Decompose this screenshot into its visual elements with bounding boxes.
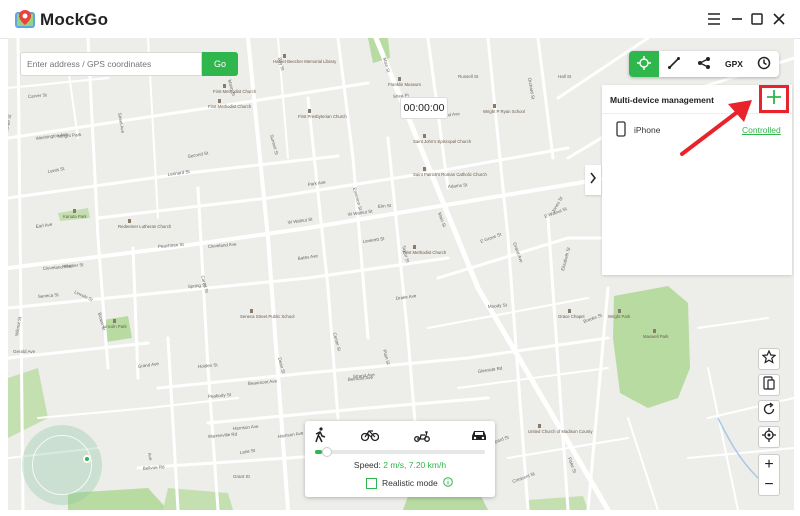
map-poi-marker-icon[interactable] <box>73 209 76 213</box>
speed-slider[interactable] <box>315 447 485 457</box>
map-poi-marker-icon[interactable] <box>223 84 226 88</box>
search-input[interactable] <box>20 52 202 76</box>
map-poi-label: Harriet Beecher Memorial Library <box>273 59 337 64</box>
multi-spot-mode-button[interactable] <box>689 51 719 77</box>
map-poi-marker-icon[interactable] <box>113 319 116 323</box>
speed-panel: Speed: 2 m/s, 7.20 km/h Realistic mode <box>305 421 495 497</box>
zoom-control: + − <box>758 454 780 496</box>
maximize-icon[interactable] <box>748 10 766 28</box>
map-poi-label: First Methodist Church <box>403 250 447 255</box>
map-poi-marker-icon[interactable] <box>250 309 253 313</box>
speed-slider-fill <box>315 450 322 454</box>
scooter-icon <box>413 428 431 447</box>
map-poi-label: First Methodist Church <box>213 89 257 94</box>
joystick-ring <box>32 435 92 495</box>
map-poi-label: Redeemer Lutheran Church <box>118 224 172 229</box>
map-poi-label: Seneca Street Public School <box>240 314 295 319</box>
mockgo-logo <box>14 8 36 30</box>
clock-icon <box>757 56 771 72</box>
walking-icon <box>313 426 327 448</box>
devices-icon <box>762 375 776 395</box>
map-poi-marker-icon[interactable] <box>398 77 401 81</box>
history-button[interactable] <box>749 51 779 77</box>
route-line-icon <box>667 56 681 72</box>
map-poi-label: First Methodist Church <box>208 104 252 109</box>
map-poi-label: Lincoln Park <box>103 324 127 329</box>
gpx-button[interactable]: GPX <box>719 51 749 77</box>
map-street-label: Hall St <box>558 74 572 79</box>
map-street-label: Russell St <box>458 74 479 79</box>
map-poi-marker-icon[interactable] <box>618 309 621 313</box>
map-poi-marker-icon[interactable] <box>653 329 656 333</box>
locate-icon <box>762 427 776 447</box>
map-poi-marker-icon[interactable] <box>423 167 426 171</box>
map-poi-marker-icon[interactable] <box>538 424 541 428</box>
timer-display: 00:00:00 <box>400 97 448 119</box>
share-icon <box>697 56 711 72</box>
speed-slider-thumb[interactable] <box>321 447 332 457</box>
teleport-mode-button[interactable] <box>629 51 659 77</box>
favorites-button[interactable] <box>758 348 780 370</box>
zoom-in-button[interactable]: + <box>759 455 779 475</box>
map-poi-label: Grace Chapel <box>558 314 585 319</box>
device-switch-button[interactable] <box>758 374 780 396</box>
device-name: iPhone <box>634 125 661 135</box>
minimize-icon[interactable] <box>728 10 746 28</box>
scooter-mode-button[interactable] <box>411 427 433 447</box>
map-poi-marker-icon[interactable] <box>493 104 496 108</box>
speed-readout: Speed: 2 m/s, 7.20 km/h <box>305 460 495 470</box>
collapse-panel-button[interactable] <box>585 165 601 195</box>
map-poi-label: Saint Patrick's Roman Catholic Church <box>413 172 488 177</box>
map-street-label: Gerald Ave <box>13 349 36 354</box>
map-poi-marker-icon[interactable] <box>308 109 311 113</box>
reset-location-button[interactable] <box>758 400 780 422</box>
menu-icon[interactable] <box>705 10 723 28</box>
walk-mode-button[interactable] <box>309 426 331 448</box>
map-poi-label: Kanata Park <box>63 214 87 219</box>
title-bar: MockGo <box>0 0 800 39</box>
speed-label: Speed: <box>353 460 384 470</box>
app-title: MockGo <box>40 10 109 29</box>
crosshair-icon <box>637 56 651 72</box>
map-poi-marker-icon[interactable] <box>413 245 416 249</box>
map-poi-marker-icon[interactable] <box>568 309 571 313</box>
current-location-button[interactable] <box>758 426 780 448</box>
refresh-icon <box>762 401 776 421</box>
realistic-mode-label: Realistic mode <box>382 478 438 488</box>
chevron-right-icon <box>589 171 597 189</box>
map-poi-marker-icon[interactable] <box>283 54 286 58</box>
phone-icon <box>616 121 626 142</box>
info-icon[interactable] <box>442 477 453 489</box>
map-poi-marker-icon[interactable] <box>423 134 426 138</box>
map-poi-label: First Presbyterian Church <box>298 114 347 119</box>
bike-mode-button[interactable] <box>359 427 381 447</box>
car-mode-button[interactable] <box>468 427 490 447</box>
car-icon <box>470 428 488 447</box>
go-button[interactable]: Go <box>202 52 238 76</box>
realistic-mode-row: Realistic mode <box>366 477 453 489</box>
annotation-arrow-icon <box>680 100 752 156</box>
close-icon[interactable] <box>770 10 788 28</box>
joystick[interactable] <box>22 425 102 505</box>
map-poi-label: United Church of Madison County <box>528 429 593 434</box>
plus-icon <box>766 89 782 110</box>
map-poi-label: Maxwell Park <box>643 334 669 339</box>
bicycle-icon <box>360 428 380 447</box>
map-poi-label: Franklin Museum <box>388 82 421 87</box>
map-poi-marker-icon[interactable] <box>218 99 221 103</box>
app-window: MockGo Winter St Washington Ave Leonard … <box>0 0 800 516</box>
realistic-mode-checkbox[interactable] <box>366 477 377 489</box>
mode-toolbar: GPX <box>629 51 779 77</box>
map-poi-label: Wright Park <box>608 314 631 319</box>
zoom-out-button[interactable]: − <box>759 475 779 495</box>
map-poi-label: Wright P Ryan School <box>483 109 525 114</box>
two-spot-mode-button[interactable] <box>659 51 689 77</box>
star-icon <box>761 349 777 369</box>
speed-value: 2 m/s, 7.20 km/h <box>383 460 447 470</box>
add-device-button[interactable] <box>759 85 789 113</box>
map-poi-marker-icon[interactable] <box>128 219 131 223</box>
map-street-label: Grant St <box>233 474 251 479</box>
map-poi-label: Saint John's Episcopal Church <box>413 139 472 144</box>
joystick-handle[interactable] <box>83 455 91 463</box>
